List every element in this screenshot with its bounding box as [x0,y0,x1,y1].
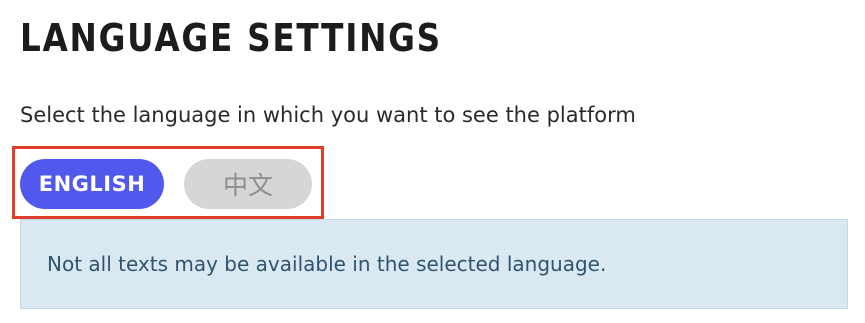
page-title: LANGUAGE SETTINGS [20,16,442,60]
language-description: Select the language in which you want to… [20,103,636,127]
language-notice: Not all texts may be available in the se… [20,219,848,309]
language-button-english[interactable]: ENGLISH [20,159,164,209]
language-selector: ENGLISH 中文 [20,159,312,209]
language-button-chinese[interactable]: 中文 [184,159,312,209]
notice-text: Not all texts may be available in the se… [47,252,607,276]
